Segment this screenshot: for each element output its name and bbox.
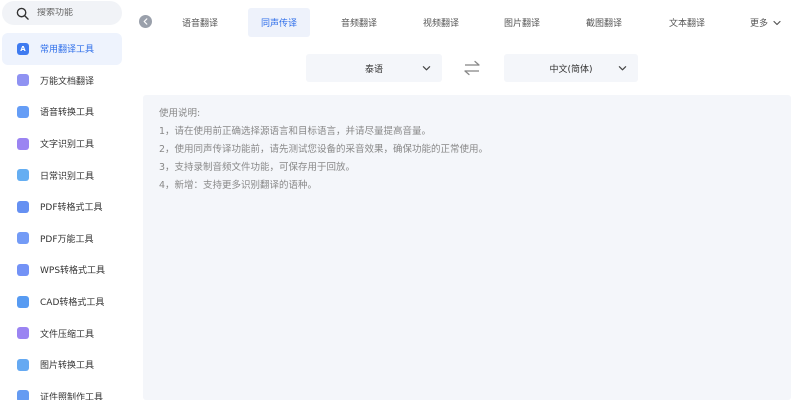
search-input[interactable] [37,8,107,18]
source-language-label: 泰语 [364,64,383,75]
instructions-title: 使用说明: [159,108,201,119]
camera-scan-icon [17,169,29,182]
sidebar-item-label: 图片转换工具 [40,361,95,372]
tab[interactable]: 同声传译 [248,8,310,37]
source-language-select[interactable]: 泰语 [306,54,442,82]
sidebar-item[interactable]: PDF万能工具 [0,223,130,255]
sidebar-item-label: 文件压缩工具 [40,329,95,340]
instruction-line: 4，新增：支持更多识别翻译的语种。 [159,180,318,191]
tab[interactable]: 文本翻译 [654,8,720,37]
target-language-label: 中文(简体) [549,64,593,75]
pdf-list-icon [17,232,29,245]
sidebar-item-label: CAD转格式工具 [40,298,105,309]
music-note-icon [17,105,29,118]
sidebar-item[interactable]: 文件压缩工具 [0,317,130,349]
instruction-line: 2，使用同声传译功能前，请先测试您设备的采音效果，确保功能的正常使用。 [159,144,489,155]
id-photo-icon [17,390,29,400]
swap-languages-icon[interactable] [463,60,481,76]
sidebar-item-label: 文字识别工具 [40,140,95,151]
sidebar-item[interactable]: 证件照制作工具 [0,381,130,400]
tab-bar: 语音翻译 同声传译 音频翻译 视频翻译 图片翻译 截图翻译 文本翻译 更多 [130,0,801,44]
chevron-left-icon [143,18,148,25]
sidebar-item[interactable]: 万能文档翻译 [0,65,130,97]
chevron-down-icon [773,20,781,25]
sidebar-item[interactable]: 图片转换工具 [0,349,130,381]
sidebar-item-label: 日常识别工具 [40,171,95,182]
tab[interactable]: 语音翻译 [167,8,233,37]
back-button[interactable] [139,15,152,28]
tab[interactable]: 图片翻译 [491,8,553,37]
more-tabs-button[interactable]: 更多 [750,8,781,37]
pdf-arrow-icon [17,200,29,213]
sidebar-item[interactable]: A 常用翻译工具 [2,33,122,65]
cad-compass-icon [17,295,29,308]
sidebar-item[interactable]: PDF转格式工具 [0,191,130,223]
sidebar-item-label: 万能文档翻译 [40,76,95,87]
sidebar-item-label: 常用翻译工具 [40,45,95,56]
chevron-down-icon [422,66,431,71]
transcript-panel[interactable]: 使用说明: 1，请在使用前正确选择源语言和目标语言，并请尽量提高音量。 2，使用… [143,95,791,400]
document-stack-icon [17,74,29,87]
tab[interactable]: 音频翻译 [328,8,390,37]
sidebar-item[interactable]: CAD转格式工具 [0,286,130,318]
sidebar-item[interactable]: WPS转格式工具 [0,254,130,286]
sidebar-item-label: PDF转格式工具 [40,203,103,214]
search-box[interactable] [2,1,122,25]
sidebar: A 常用翻译工具万能文档翻译语音转换工具文字识别工具日常识别工具 PDF转格式工具 P… [0,0,130,400]
sidebar-nav: A 常用翻译工具 万能文档翻译 语音转换工具 文字识别工具 日常识别工具 PDF转格式工具 P… [0,33,130,400]
sidebar-item-label: WPS转格式工具 [40,266,106,277]
a-letter-icon: A [17,42,29,55]
wps-arrow-icon [17,263,29,276]
target-language-select[interactable]: 中文(简体) [504,54,638,82]
sidebar-item-label: PDF万能工具 [40,234,94,245]
search-icon [16,7,29,20]
tab[interactable]: 截图翻译 [573,8,635,37]
more-label: 更多 [750,19,769,29]
instruction-line: 1，请在使用前正确选择源语言和目标语言，并请尽量提高音量。 [159,126,432,137]
zip-compress-icon [17,327,29,340]
text-cursor-icon [17,137,29,150]
sidebar-item[interactable]: 文字识别工具 [0,128,130,160]
image-icon [17,358,29,371]
sidebar-item-label: 语音转换工具 [40,108,95,119]
sidebar-item-label: 证件照制作工具 [40,392,104,400]
sidebar-item[interactable]: 语音转换工具 [0,96,130,128]
tab[interactable]: 视频翻译 [410,8,472,37]
chevron-down-icon [618,66,627,71]
sidebar-item[interactable]: 日常识别工具 [0,159,130,191]
instruction-line: 3，支持录制音频文件功能，可保存用于回放。 [159,162,356,173]
